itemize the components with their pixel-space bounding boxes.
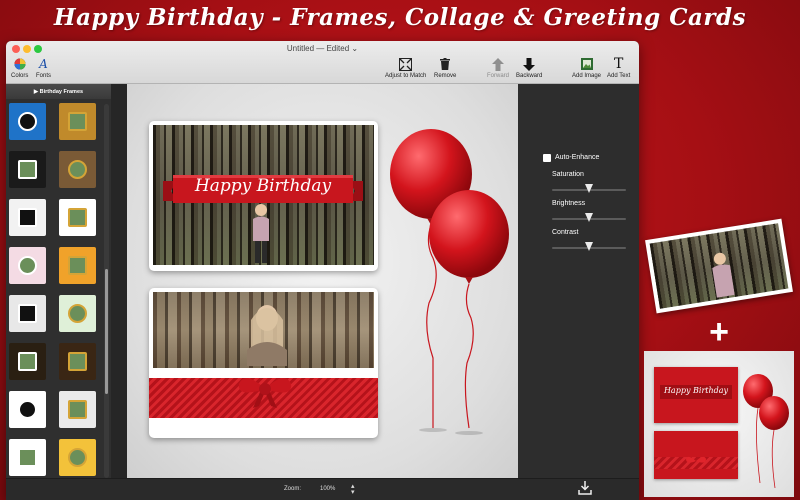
thumb-party-blue[interactable] [59, 391, 96, 428]
app-window: Untitled — Edited ⌄ Colors A Fonts Adjus… [6, 41, 639, 500]
add-text-label: Add Text [607, 73, 631, 79]
thumb-wood-frame[interactable] [59, 151, 96, 188]
thumb-pink-balloons[interactable] [9, 247, 46, 284]
add-text-button[interactable]: T Add Text [607, 56, 631, 79]
thumb-red-balloon[interactable] [59, 199, 96, 236]
brightness-slider-knob[interactable] [585, 213, 593, 222]
document-title: Untitled — Edited [286, 44, 350, 53]
thumb-sunset-frame[interactable] [59, 247, 96, 284]
adjustments-panel: Auto-Enhance Saturation Brightness Contr… [534, 84, 639, 478]
thumb-gold-sparkle[interactable] [9, 343, 46, 380]
arrow-down-icon [523, 57, 536, 71]
font-icon: A [39, 57, 48, 71]
frames-sidebar: ▶ Birthday Frames [6, 84, 111, 478]
fonts-label: Fonts [36, 73, 52, 79]
thumb-green-stars[interactable] [59, 295, 96, 332]
colors-button[interactable]: Colors [11, 57, 28, 79]
thumb-confetti-balloons[interactable] [9, 295, 46, 332]
auto-enhance-checkbox[interactable] [543, 154, 551, 162]
arrow-up-icon [492, 57, 504, 71]
remove-button[interactable]: Remove [434, 57, 456, 79]
trash-icon [440, 57, 451, 71]
auto-enhance-label: Auto-Enhance [555, 154, 600, 161]
thumb-gold-ring-black[interactable] [9, 151, 46, 188]
zoom-stepper[interactable]: ▴ ▾ [351, 483, 355, 496]
bottom-bar: Zoom: 100% ▴ ▾ [6, 478, 639, 500]
thumb-confetti-white[interactable] [9, 439, 46, 476]
backward-button[interactable]: Backward [516, 57, 542, 79]
thumb-blue-polka[interactable] [9, 391, 46, 428]
add-image-label: Add Image [572, 73, 602, 79]
download-icon [578, 481, 592, 495]
plus-icon: + [709, 313, 729, 351]
promo-photo [645, 218, 793, 314]
card-happy-birthday-frame[interactable]: Happy Birthday [149, 121, 378, 271]
contrast-slider-knob[interactable] [585, 242, 593, 251]
fonts-button[interactable]: A Fonts [36, 57, 51, 79]
thumb-floral-gold[interactable] [59, 103, 96, 140]
promo-banner-title: Happy Birthday - Frames, Collage & Greet… [53, 4, 747, 31]
zoom-label: Zoom: [284, 486, 302, 492]
add-image-button[interactable]: Add Image [572, 57, 601, 79]
thumb-gold-circle-white[interactable] [9, 199, 46, 236]
title-chevron-icon[interactable]: ⌄ [351, 44, 358, 53]
text-icon: T [613, 56, 624, 72]
toolbar: Untitled — Edited ⌄ Colors A Fonts Adjus… [6, 41, 639, 84]
saturation-slider-knob[interactable] [585, 184, 593, 193]
person-standing-photo [253, 204, 269, 263]
brightness-label: Brightness [552, 200, 586, 207]
window-title: Untitled — Edited ⌄ [6, 44, 639, 53]
forward-button[interactable]: Forward [487, 57, 509, 79]
adjust-to-match-button[interactable]: Adjust to Match [385, 57, 426, 79]
sidebar-divider [111, 84, 127, 478]
image-icon [580, 57, 593, 71]
card-greeting-text[interactable]: Happy Birthday [169, 176, 357, 196]
promo-card-text: Happy Birthday [663, 386, 729, 395]
colors-label: Colors [11, 73, 29, 79]
card-ribbon-bow-frame[interactable] [149, 288, 378, 438]
contrast-label: Contrast [552, 229, 579, 236]
saturation-label: Saturation [552, 171, 584, 178]
balloons-decoration[interactable] [389, 128, 517, 458]
bow-decoration [238, 378, 292, 408]
download-button[interactable] [578, 481, 592, 500]
thumb-cake-blue[interactable] [9, 103, 46, 140]
backward-label: Backward [516, 73, 543, 79]
adjust-to-match-label: Adjust to Match [385, 73, 427, 79]
forward-label: Forward [487, 73, 510, 79]
sidebar-scrollbar-thumb[interactable] [105, 269, 108, 394]
promo-card-preview: Happy Birthday [644, 351, 794, 497]
design-canvas[interactable]: Happy Birthday [127, 84, 518, 478]
sidebar-header[interactable]: ▶ Birthday Frames [6, 84, 111, 99]
person-portrait-photo [247, 305, 287, 366]
remove-label: Remove [434, 73, 457, 79]
adjust-to-match-icon [399, 57, 413, 71]
color-wheel-icon [14, 57, 26, 71]
zoom-value: 100% [320, 486, 336, 492]
thumb-lights[interactable] [59, 343, 96, 380]
thumb-golden-circle[interactable] [59, 439, 96, 476]
